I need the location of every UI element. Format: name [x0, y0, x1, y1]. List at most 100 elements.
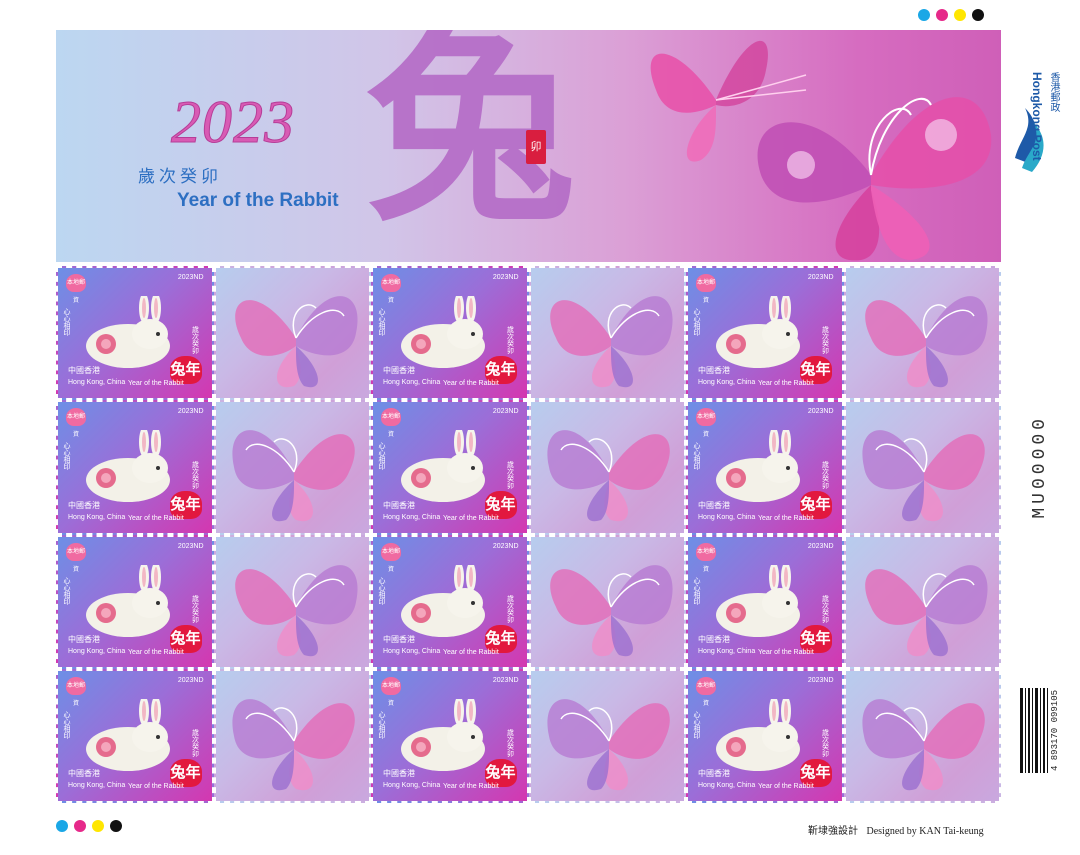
heart-postage-icon: 本地郵資: [696, 274, 716, 304]
porcelain-rabbit-icon: [716, 430, 800, 503]
butterfly-icon: [864, 564, 988, 656]
stamp-denomination: 2023ND: [492, 676, 519, 684]
magenta-dot: [936, 9, 948, 21]
stamp-denomination: 2023ND: [177, 676, 204, 684]
porcelain-rabbit-icon: [86, 296, 170, 368]
butterfly-label: [528, 400, 686, 535]
stamp-location-cn: 中國香港: [698, 366, 730, 376]
heart-postage-icon: 本地郵資: [66, 676, 86, 707]
hongkong-post-logo-en: Hongkong Post: [1030, 72, 1044, 161]
heart-postage-icon: 本地郵資: [66, 408, 86, 438]
rabbit-stamp: 本地郵資 2023ND 心心相印 歲次癸卯 兔年 中國香港 Hong Kong,…: [371, 534, 529, 669]
stamp-location-cn: 中國香港: [68, 500, 100, 510]
stamp-badge-top: 歲次癸卯: [821, 460, 829, 489]
stamp-year-en: Year of the Rabbit: [443, 514, 499, 522]
rabbit-stamp: 本地郵資 2023ND 心心相印 歲次癸卯 兔年 中國香港 Hong Kong,…: [686, 266, 844, 401]
stamp-denomination: 2023ND: [177, 408, 204, 416]
rabbit-stamp: 本地郵資 2023ND 心心相印 歲次癸卯 兔年 中國香港 Hong Kong,…: [371, 400, 529, 535]
yellow-dot: [92, 820, 104, 832]
heart-postage-icon: 本地郵資: [66, 274, 86, 304]
heart-postage-icon: 本地郵資: [381, 408, 401, 438]
header-seal: 卯: [526, 130, 546, 164]
stamp-year-en: Year of the Rabbit: [128, 380, 184, 388]
stamp-denomination: 2023ND: [177, 274, 204, 281]
stamp-year-en: Year of the Rabbit: [443, 783, 499, 790]
butterfly-label: [843, 266, 1001, 401]
butterfly-icon: [234, 564, 358, 656]
butterfly-label: [843, 400, 1001, 535]
heart-postage-icon: 本地郵資: [696, 408, 716, 438]
stamp-location-cn: 中國香港: [698, 769, 730, 778]
butterfly-label: [528, 668, 686, 803]
butterfly-label: [528, 534, 686, 669]
stamp-denomination: 2023ND: [807, 274, 834, 281]
porcelain-rabbit-icon: [716, 296, 800, 368]
heart-postage-icon: 本地郵資: [696, 542, 716, 573]
stamp-location-cn: 中國香港: [383, 634, 415, 644]
stamp-badge-top: 歲次癸卯: [191, 460, 199, 489]
stamp-year-en: Year of the Rabbit: [128, 514, 184, 522]
stamp-side-text: 心心相印: [378, 710, 385, 739]
stamp-badge-top: 歲次癸卯: [191, 594, 199, 623]
stamp-year-en: Year of the Rabbit: [758, 380, 814, 388]
butterfly-icon: [549, 564, 673, 656]
header-en-subtitle: Year of the Rabbit: [177, 190, 339, 211]
rabbit-stamp: 本地郵資 2023ND 心心相印 歲次癸卯 兔年 中國香港 Hong Kong,…: [56, 668, 214, 803]
heart-postage-icon: 本地郵資: [696, 676, 716, 707]
stamp-side-text: 心心相印: [693, 442, 700, 471]
stamp-year-en: Year of the Rabbit: [758, 783, 814, 790]
heart-postage-icon: 本地郵資: [381, 542, 401, 573]
butterfly-icon: [231, 698, 355, 790]
stamp-denomination: 2023ND: [492, 542, 519, 550]
stamp-side-text: 心心相印: [63, 576, 70, 605]
stamp-side-text: 心心相印: [378, 442, 385, 471]
porcelain-rabbit-icon: [86, 698, 170, 771]
heart-postage-icon: 本地郵資: [66, 542, 86, 573]
stamp-location-cn: 中國香港: [68, 769, 100, 778]
butterfly-icon: [546, 430, 670, 522]
stamp-side-text: 心心相印: [693, 576, 700, 605]
stamp-denomination: 2023ND: [177, 542, 204, 550]
stamp-side-text: 心心相印: [378, 576, 385, 605]
porcelain-rabbit-icon: [401, 698, 485, 771]
stamp-location-en: Hong Kong, China: [68, 782, 126, 789]
porcelain-rabbit-icon: [401, 564, 485, 637]
stamp-location-en: Hong Kong, China: [68, 513, 126, 521]
butterfly-label: [213, 266, 371, 401]
stamp-location-en: Hong Kong, China: [68, 647, 126, 655]
stamp-location-cn: 中國香港: [383, 769, 415, 778]
butterfly-label: [843, 534, 1001, 669]
stamp-location-en: Hong Kong, China: [383, 513, 441, 521]
rabbit-stamp: 本地郵資 2023ND 心心相印 歲次癸卯 兔年 中國香港 Hong Kong,…: [371, 668, 529, 803]
header-butterfly-large: [757, 97, 992, 261]
black-dot: [110, 820, 122, 832]
rabbit-stamp: 本地郵資 2023ND 心心相印 歲次癸卯 兔年 中國香港 Hong Kong,…: [371, 266, 529, 401]
stamp-denomination: 2023ND: [492, 408, 519, 416]
stamp-denomination: 2023ND: [807, 408, 834, 416]
stamp-denomination: 2023ND: [492, 274, 519, 281]
stamp-location-en: Hong Kong, China: [383, 379, 441, 387]
stamp-year-en: Year of the Rabbit: [443, 648, 499, 656]
butterfly-label: [213, 400, 371, 535]
stamp-badge-top: 歲次癸卯: [191, 326, 199, 355]
stamp-location-cn: 中國香港: [68, 366, 100, 376]
stamp-year-en: Year of the Rabbit: [128, 648, 184, 656]
designer-credit: 靳埭強設計 Designed by KAN Tai-keung: [808, 822, 990, 837]
stamp-side-text: 心心相印: [693, 308, 700, 336]
stamp-location-en: Hong Kong, China: [698, 647, 756, 655]
rabbit-stamp: 本地郵資 2023ND 心心相印 歲次癸卯 兔年 中國香港 Hong Kong,…: [56, 534, 214, 669]
stamp-badge-top: 歲次癸卯: [821, 594, 829, 623]
designer-credit-en: Designed by KAN Tai-keung: [866, 826, 984, 837]
stamp-badge-top: 歲次癸卯: [506, 729, 514, 757]
butterfly-icon: [864, 296, 988, 388]
stamp-side-text: 心心相印: [63, 442, 70, 471]
stamp-location-en: Hong Kong, China: [383, 782, 441, 789]
stamp-location-cn: 中國香港: [68, 634, 100, 644]
butterfly-icon: [549, 296, 673, 388]
stamp-side-text: 心心相印: [693, 710, 700, 739]
rabbit-stamp: 本地郵資 2023ND 心心相印 歲次癸卯 兔年 中國香港 Hong Kong,…: [56, 400, 214, 535]
rabbit-stamp: 本地郵資 2023ND 心心相印 歲次癸卯 兔年 中國香港 Hong Kong,…: [56, 266, 214, 401]
sheet-header-banner: 2023 歲次癸卯 Year of the Rabbit 兔 卯: [56, 30, 1001, 262]
stamp-side-text: 心心相印: [63, 710, 70, 739]
heart-postage-icon: 本地郵資: [381, 274, 401, 304]
